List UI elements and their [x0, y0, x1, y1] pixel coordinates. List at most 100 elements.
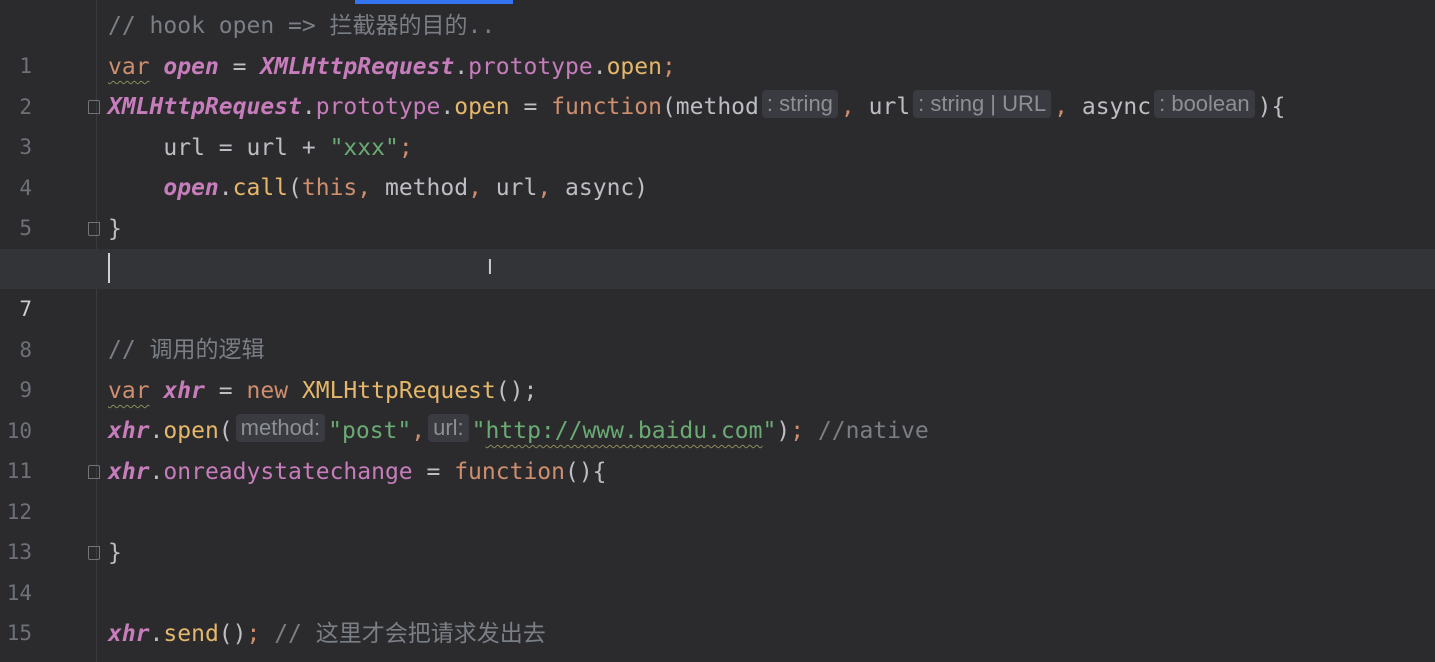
- paren: (: [218, 418, 233, 444]
- property: prototype: [468, 54, 593, 80]
- comma: ,: [1054, 94, 1082, 120]
- keyword: var: [108, 54, 150, 80]
- identifier: XMLHttpRequest: [108, 94, 302, 120]
- string-literal: "xxx": [329, 135, 399, 161]
- operator: =: [509, 94, 552, 120]
- code-line[interactable]: 13: [0, 492, 1435, 564]
- fold-end-marker-icon[interactable]: [88, 222, 100, 236]
- method-name: send: [163, 621, 219, 647]
- semicolon: ;: [398, 135, 413, 161]
- ibeam-cursor-icon: I: [487, 255, 493, 279]
- operator: =: [204, 378, 247, 404]
- code-line[interactable]: 1 // hook open => 拦截器的目的..: [0, 6, 1435, 78]
- brace: }: [108, 216, 122, 242]
- identifier: open: [163, 175, 219, 201]
- paren: (: [661, 94, 676, 120]
- fold-marker-icon[interactable]: [88, 100, 100, 114]
- method-name: open: [163, 418, 219, 444]
- method-name: call: [232, 175, 289, 201]
- quote: ": [762, 418, 777, 444]
- parameter: async: [1081, 94, 1152, 120]
- method-name: open: [606, 54, 662, 80]
- comma: ,: [411, 418, 426, 444]
- code-line[interactable]: 4 url = url + "xxx";: [0, 128, 1435, 200]
- fold-marker-icon[interactable]: [88, 465, 100, 479]
- identifier: xhr: [163, 378, 205, 404]
- operator: .: [149, 459, 164, 485]
- code-line[interactable]: 3 XMLHttpRequest.prototype.open = functi…: [0, 87, 1435, 159]
- operator: =: [412, 459, 455, 485]
- paren: ();: [495, 378, 538, 404]
- line-number: 16: [0, 654, 32, 662]
- param-hint: method:: [235, 414, 326, 442]
- code-line[interactable]: 14 }: [0, 533, 1435, 605]
- comma: ,: [537, 175, 566, 201]
- identifier: XMLHttpRequest: [260, 54, 455, 80]
- paren: ): [634, 175, 649, 201]
- active-tab-indicator: [355, 0, 513, 4]
- identifier: url: [246, 135, 289, 161]
- paren: ): [776, 418, 791, 444]
- paren: (: [288, 175, 302, 201]
- keyword: this: [301, 175, 358, 201]
- method-name: open: [454, 94, 510, 120]
- property: onreadystatechange: [163, 459, 413, 485]
- code-comment: // hook open => 拦截器的目的..: [108, 13, 496, 39]
- code-line[interactable]: 2 var open = XMLHttpRequest.prototype.op…: [0, 47, 1435, 119]
- type-hint: : string | URL: [913, 90, 1052, 118]
- semicolon: ;: [246, 621, 275, 647]
- identifier: open: [163, 54, 219, 80]
- code-line[interactable]: 9 // 调用的逻辑: [0, 330, 1435, 402]
- operator: .: [218, 175, 233, 201]
- semicolon: ;: [790, 418, 818, 444]
- param-hint: url:: [428, 414, 469, 442]
- code-editor[interactable]: 1 // hook open => 拦截器的目的.. 2 var open = …: [0, 0, 1435, 662]
- keyword: function: [454, 459, 565, 485]
- class-name: XMLHttpRequest: [288, 378, 496, 404]
- parameter: url: [868, 94, 911, 120]
- parameter: method: [675, 94, 759, 120]
- code-line[interactable]: 8: [0, 290, 1435, 362]
- operator: =: [204, 135, 247, 161]
- paren: (){: [564, 459, 607, 485]
- operator: .: [301, 94, 316, 120]
- operator: +: [288, 135, 330, 161]
- operator: .: [149, 418, 164, 444]
- fold-end-marker-icon[interactable]: [88, 546, 100, 560]
- operator: =: [218, 54, 261, 80]
- code-line[interactable]: 5 open.call(this, method, url, async): [0, 168, 1435, 240]
- operator: .: [149, 621, 164, 647]
- argument: async: [565, 175, 635, 201]
- identifier: xhr: [108, 418, 150, 444]
- paren: ){: [1257, 94, 1286, 120]
- code-comment: // 这里才会把请求发出去: [274, 621, 546, 647]
- operator: .: [592, 54, 607, 80]
- url-string[interactable]: http://www.baidu.com: [486, 418, 763, 444]
- code-line[interactable]: 16 xhr.send(); // 这里才会把请求发出去: [0, 614, 1435, 654]
- quote: ": [471, 418, 486, 444]
- code-line[interactable]: 6 }: [0, 209, 1435, 281]
- code-line[interactable]: 11 xhr.open(method: "post", url: "http://ww…: [0, 411, 1435, 483]
- keyword: function: [551, 94, 662, 120]
- semicolon: ;: [661, 54, 676, 80]
- comma: ,: [840, 94, 869, 120]
- code-line-current[interactable]: 7: [0, 249, 1435, 321]
- comma: ,: [468, 175, 496, 201]
- code-line[interactable]: 15: [0, 573, 1435, 645]
- brace: }: [108, 540, 122, 566]
- code-line[interactable]: 10 var xhr = new XMLHttpRequest();: [0, 371, 1435, 443]
- argument: method: [384, 175, 469, 201]
- operator: .: [454, 54, 469, 80]
- code-comment: // 调用的逻辑: [108, 337, 265, 363]
- text-caret: [108, 252, 110, 283]
- type-hint: : string: [761, 90, 838, 118]
- code-line[interactable]: 12 xhr.onreadystatechange = function(){: [0, 452, 1435, 524]
- identifier: xhr: [108, 459, 150, 485]
- keyword: var: [108, 378, 150, 404]
- string-literal: "post": [328, 418, 412, 444]
- code-comment: //native: [817, 418, 929, 444]
- paren: (): [218, 621, 247, 647]
- identifier: url: [163, 135, 205, 161]
